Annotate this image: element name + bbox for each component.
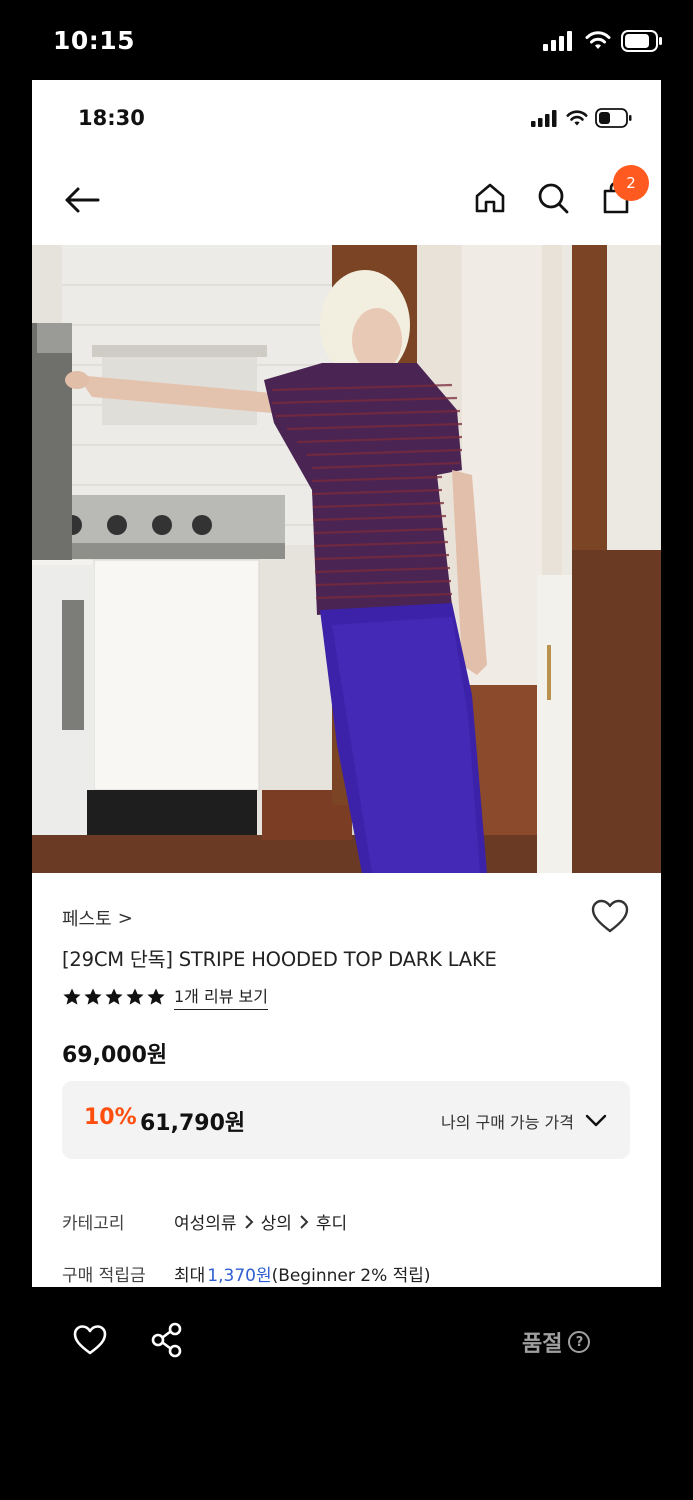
points-value: 최대 1,370원 (Beginner 2% 적립) <box>174 1261 431 1286</box>
my-price-label: 나의 구매 가능 가격 <box>440 1113 574 1132</box>
battery-icon <box>621 30 662 52</box>
soldout-label: 품절 <box>522 1332 563 1357</box>
brand-name: 페스토 <box>62 909 112 930</box>
outer-status-bar: 10:15 <box>0 0 693 80</box>
brand-link[interactable]: 페스토 > <box>62 905 133 931</box>
category-breadcrumb: 여성의류 상의 후디 <box>174 1209 347 1234</box>
share-icon[interactable] <box>150 1322 184 1358</box>
star-icon <box>63 988 81 1005</box>
search-icon[interactable] <box>535 180 571 216</box>
heart-icon[interactable] <box>590 897 630 937</box>
chevron-down-icon <box>585 1114 607 1127</box>
home-icon[interactable] <box>472 180 508 216</box>
product-title: [29CM 단독] STRIPE HOODED TOP DARK LAKE <box>62 948 497 971</box>
battery-icon <box>595 108 632 128</box>
category-row: 카테고리 여성의류 상의 후디 <box>62 1209 347 1234</box>
discount-percent: 10% <box>84 1105 137 1130</box>
points-row: 구매 적립금 최대 1,370원 (Beginner 2% 적립) <box>62 1261 431 1286</box>
back-button[interactable] <box>62 182 102 218</box>
points-amount: 1,370원 <box>207 1266 272 1286</box>
wifi-icon <box>585 31 611 49</box>
rating-row: 1개 리뷰 보기 <box>62 983 268 1010</box>
chevron-right-icon <box>300 1214 309 1229</box>
star-icon <box>105 988 123 1005</box>
chevron-right-icon <box>244 1214 253 1229</box>
review-link[interactable]: 1개 리뷰 보기 <box>174 983 268 1010</box>
my-price-dropdown[interactable]: 10% 61,790원 나의 구매 가능 가격 <box>62 1081 630 1159</box>
arrow-left-icon <box>65 187 100 213</box>
rating-stars <box>62 987 166 1007</box>
wifi-icon <box>566 109 588 125</box>
category-label: 카테고리 <box>62 1214 125 1234</box>
bottom-action-bar: 품절 ? <box>0 1300 693 1390</box>
signal-icon <box>531 109 557 127</box>
help-icon[interactable]: ? <box>568 1331 591 1353</box>
inner-status-bar: 18:30 <box>32 80 661 155</box>
category-level-2[interactable]: 상의 <box>261 1209 292 1234</box>
heart-icon[interactable] <box>72 1323 108 1357</box>
discount-price: 61,790원 <box>140 1111 246 1136</box>
outer-clock: 10:15 <box>53 26 136 55</box>
points-label: 구매 적립금 <box>62 1266 146 1286</box>
product-photo <box>32 245 661 873</box>
original-price: 69,000원 <box>62 1043 168 1068</box>
category-level-3[interactable]: 후디 <box>316 1209 347 1234</box>
category-level-1[interactable]: 여성의류 <box>174 1209 237 1234</box>
app-screenshot: 18:30 2 페스토 > [29CM 단독] STRIPE HOODED TO… <box>32 80 661 1287</box>
points-prefix: 최대 <box>174 1266 206 1286</box>
cart-count-badge: 2 <box>613 165 649 201</box>
chevron-right-icon: > <box>117 907 133 929</box>
soldout-button[interactable]: 품절 ? <box>522 1326 591 1358</box>
inner-clock: 18:30 <box>78 106 145 130</box>
star-icon <box>147 988 165 1005</box>
points-suffix: (Beginner 2% 적립) <box>271 1266 431 1286</box>
star-icon <box>84 988 102 1005</box>
product-image[interactable] <box>32 245 661 873</box>
top-navigation: 2 <box>32 165 661 230</box>
star-icon <box>126 988 144 1005</box>
signal-icon <box>543 31 572 51</box>
